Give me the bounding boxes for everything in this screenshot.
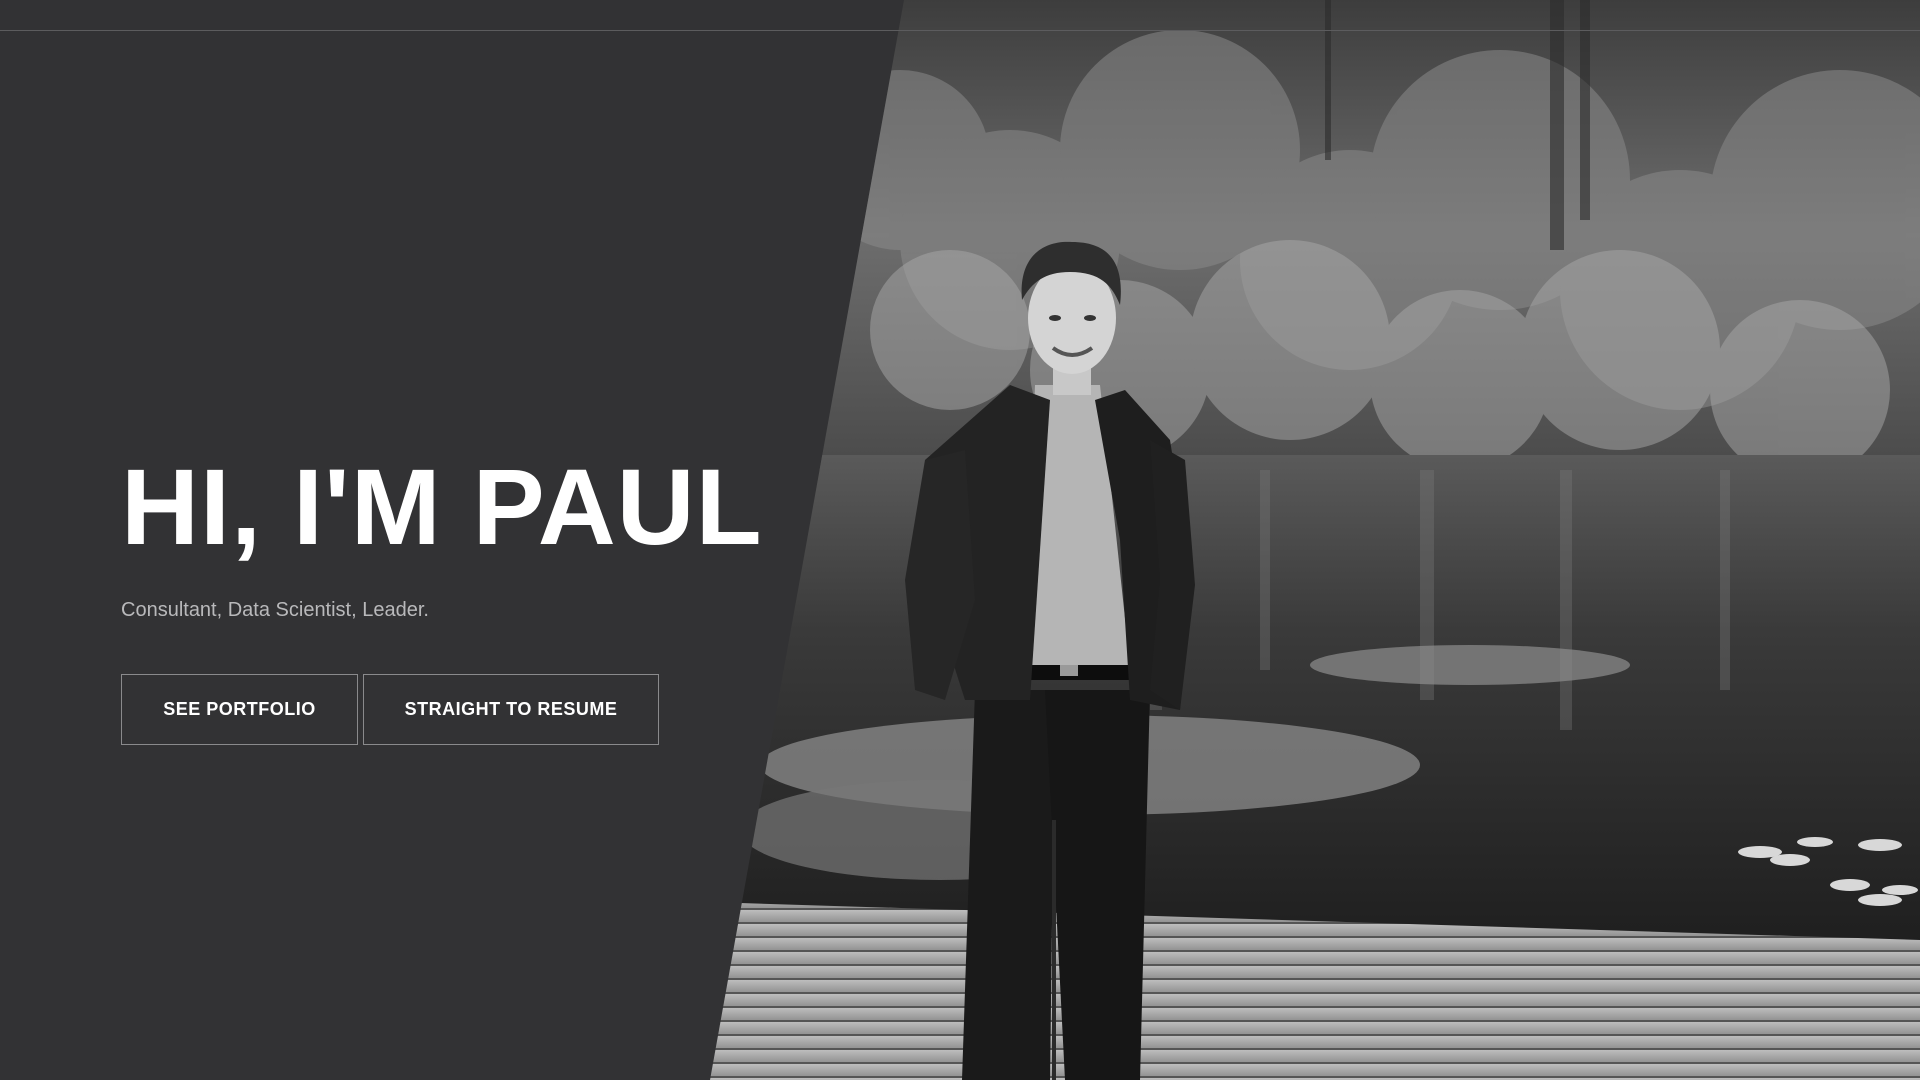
hero-headline: HI, I'M PAUL [121, 446, 763, 567]
top-divider-line [0, 30, 1920, 31]
cta-button-group: SEE PORTFOLIO STRAIGHT TO RESUME [121, 674, 881, 746]
hero-intro: HI, I'M PAUL Consultant, Data Scientist,… [121, 446, 881, 746]
see-portfolio-button[interactable]: SEE PORTFOLIO [121, 674, 358, 746]
hero-tagline: Consultant, Data Scientist, Leader. [121, 599, 429, 622]
straight-to-resume-button[interactable]: STRAIGHT TO RESUME [363, 674, 659, 746]
hero-section: HI, I'M PAUL Consultant, Data Scientist,… [0, 0, 1920, 1080]
